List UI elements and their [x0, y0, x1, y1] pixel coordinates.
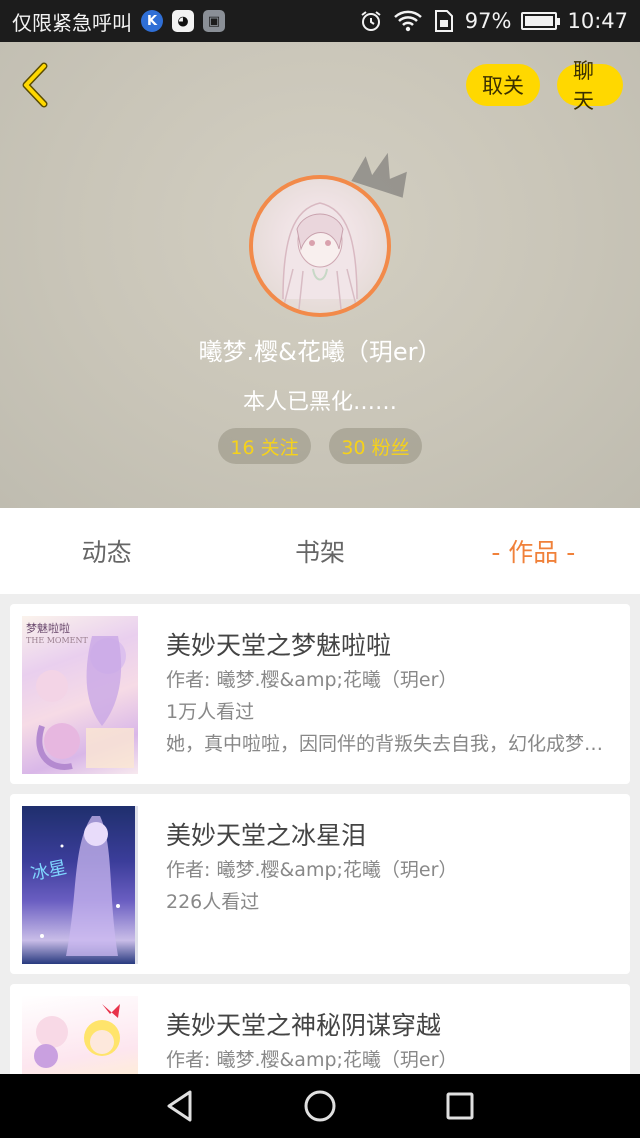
work-card[interactable]: 梦魅啦啦 THE MOMENT 美妙天堂之梦魅啦啦 作者: 曦梦.樱&amp;花…: [10, 604, 630, 784]
avatar-image: [249, 175, 391, 317]
alarm-icon: [361, 11, 381, 31]
chat-button[interactable]: 聊天: [557, 59, 623, 113]
book-cover: 梦魅啦啦 THE MOMENT: [22, 616, 138, 774]
nickname: 曦梦.樱&花曦（玥er）: [198, 338, 442, 366]
carrier-text: 仅限紧急呼叫: [12, 10, 132, 35]
unfollow-button[interactable]: 取关: [466, 64, 540, 106]
tab-activity[interactable]: 动态: [0, 508, 213, 594]
work-title: 美妙天堂之冰星泪: [166, 821, 367, 850]
work-title: 美妙天堂之梦魅啦啦: [166, 631, 392, 660]
triangle-back-icon: [167, 1090, 192, 1122]
work-author: 作者: 曦梦.樱&amp;花曦（玥er）: [166, 859, 458, 881]
back-button[interactable]: [14, 60, 58, 110]
tab-works[interactable]: - 作品 -: [427, 508, 640, 594]
nav-home-button[interactable]: [300, 1086, 340, 1126]
qq-icon: ◕: [172, 10, 194, 32]
chevron-left-icon: [22, 62, 48, 108]
nav-back-button[interactable]: [160, 1086, 200, 1126]
navigation-bar: [0, 1074, 640, 1138]
work-title: 美妙天堂之神秘阴谋穿越: [166, 1011, 442, 1040]
work-description: 她，真中啦啦，因同伴的背叛失去自我，幻化成梦魅啦啦，她决心要向背叛她的人复仇: [166, 733, 614, 755]
cover-illustration: 冰星: [29, 816, 120, 956]
avatar-illustration: [282, 202, 358, 310]
wifi-icon: [393, 10, 422, 32]
following-count-button[interactable]: 16 关注: [218, 428, 311, 464]
clock: 10:47: [567, 9, 628, 33]
nav-recent-button[interactable]: [440, 1086, 480, 1126]
work-author: 作者: 曦梦.樱&amp;花曦（玥er）: [166, 1049, 458, 1071]
work-card[interactable]: 冰星 美妙天堂之冰星泪 作者: 曦梦.樱&amp;花曦（玥er） 226人看过: [10, 794, 630, 974]
work-author: 作者: 曦梦.樱&amp;花曦（玥er）: [166, 669, 458, 691]
battery-percent: 97%: [464, 9, 512, 33]
fans-count-button[interactable]: 30 粉丝: [329, 428, 422, 464]
profile-header: 取关 聊天 曦梦.樱&花曦（玥er） 本人已黑化…… 16 关注 30 粉丝: [0, 42, 640, 508]
avatar[interactable]: [249, 175, 391, 317]
sim-icon: [434, 10, 453, 32]
book-cover: 冰星: [22, 806, 138, 964]
cover-illustration: [36, 636, 134, 770]
svg-text:冰星: 冰星: [29, 857, 69, 885]
square-recent-icon: [446, 1092, 474, 1120]
tab-bookshelf[interactable]: 书架: [213, 508, 426, 594]
work-views: 1万人看过: [166, 701, 255, 723]
profile-tabs: 动态 书架 - 作品 -: [0, 508, 640, 594]
circle-home-icon: [304, 1090, 336, 1122]
signature: 本人已黑化……: [242, 390, 397, 415]
image-icon: ▣: [203, 10, 225, 32]
status-bar: 仅限紧急呼叫 K ◕ ▣ 97% 10:47: [0, 0, 640, 42]
k-app-icon: K: [141, 10, 163, 32]
work-views: 226人看过: [166, 891, 260, 913]
battery-icon: [521, 12, 561, 30]
